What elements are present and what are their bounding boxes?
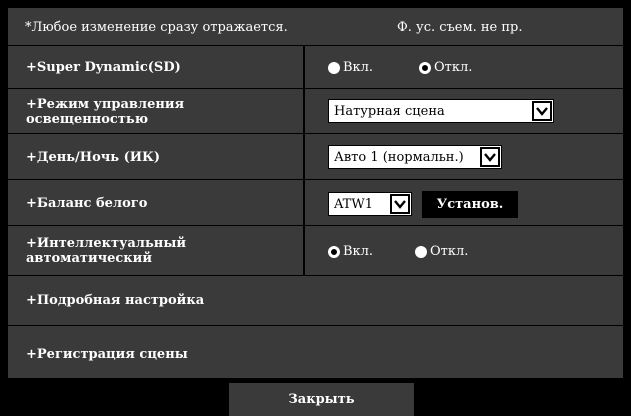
divider (303, 134, 305, 179)
chevron-down-icon (532, 101, 552, 121)
select-value: Авто 1 (нормальн.) (334, 150, 464, 165)
white-balance-select[interactable]: ATW1 (328, 192, 412, 216)
super-dynamic-row: +Super Dynamic(SD) Вкл. Откл. (8, 46, 623, 89)
header-row: *Любое изменение сразу отражается. Ф. ус… (8, 8, 623, 46)
white-balance-row: +Баланс белого ATW1 Установ. (8, 180, 623, 226)
detail-settings-row[interactable]: +Подробная настройка (8, 276, 623, 326)
super-dynamic-label: +Super Dynamic(SD) (26, 60, 181, 75)
super-dynamic-on-radio[interactable]: Вкл. (328, 60, 373, 75)
select-value: Натурная сцена (334, 104, 445, 119)
intelligent-auto-label-line1: +Интеллектуальный (26, 236, 186, 251)
radio-checked-icon (419, 61, 431, 74)
light-control-label: +Режим управления освещенностью (26, 97, 184, 127)
close-button[interactable]: Закрыть (229, 383, 414, 416)
scene-registration-label[interactable]: +Регистрация сцены (26, 347, 188, 362)
radio-off-label: Откл. (434, 60, 473, 75)
super-dynamic-off-radio[interactable]: Откл. (419, 60, 472, 75)
change-note: *Любое изменение сразу отражается. (25, 20, 288, 35)
select-value: ATW1 (334, 197, 373, 212)
shortcut-link[interactable]: Ф. ус. съем. не пр. (397, 20, 522, 35)
detail-settings-label[interactable]: +Подробная настройка (26, 293, 204, 308)
radio-on-label: Вкл. (343, 60, 374, 75)
radio-unchecked-icon (328, 61, 340, 74)
divider (303, 89, 305, 133)
intelligent-auto-row: +Интеллектуальный автоматический Вкл. От… (8, 226, 623, 276)
chevron-down-icon (390, 194, 410, 214)
radio-on-label: Вкл. (343, 244, 374, 259)
light-control-row: +Режим управления освещенностью Натурная… (8, 89, 623, 134)
divider (303, 226, 305, 275)
divider (303, 46, 305, 88)
divider (303, 180, 305, 225)
radio-checked-icon (328, 245, 340, 258)
day-night-row: +День/Ночь (ИК) Авто 1 (нормальн.) (8, 134, 623, 180)
intelligent-auto-off-radio[interactable]: Откл. (415, 244, 468, 259)
radio-unchecked-icon (415, 245, 427, 258)
white-balance-set-button[interactable]: Установ. (422, 191, 518, 218)
intelligent-auto-on-radio[interactable]: Вкл. (328, 244, 373, 259)
scene-registration-row[interactable]: +Регистрация сцены (8, 326, 623, 378)
light-control-label-line1: +Режим управления (26, 97, 185, 112)
intelligent-auto-label: +Интеллектуальный автоматический (26, 236, 186, 266)
image-adjust-panel: *Любое изменение сразу отражается. Ф. ус… (8, 8, 623, 378)
day-night-select[interactable]: Авто 1 (нормальн.) (328, 145, 502, 169)
light-control-label-line2: освещенностью (26, 112, 149, 127)
light-control-select[interactable]: Натурная сцена (328, 99, 554, 123)
radio-off-label: Откл. (430, 244, 469, 259)
white-balance-label: +Баланс белого (26, 196, 148, 211)
day-night-label: +День/Ночь (ИК) (26, 150, 161, 165)
intelligent-auto-label-line2: автоматический (26, 251, 152, 266)
chevron-down-icon (480, 147, 500, 167)
